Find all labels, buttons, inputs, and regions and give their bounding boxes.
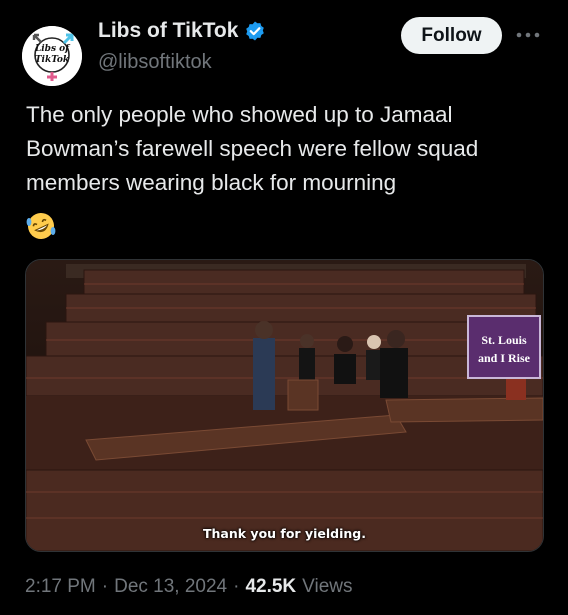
author-display-name[interactable]: Libs of TikTok bbox=[98, 19, 238, 43]
author-handle[interactable]: @libsoftiktok bbox=[98, 51, 212, 74]
meta-separator: · bbox=[101, 576, 109, 597]
avatar[interactable]: Libs of TikTok bbox=[22, 26, 82, 86]
st-louis-sign: St. Louis and I Rise bbox=[467, 315, 541, 379]
tweet-text: The only people who showed up to Jamaal … bbox=[26, 102, 479, 195]
post-time[interactable]: 2:17 PM bbox=[25, 576, 96, 598]
meta-separator: · bbox=[233, 576, 240, 597]
logo-text-bottom: TikTok bbox=[35, 55, 69, 65]
tweet-meta: 2:17 PM · Dec 13, 2024 · 42.5K Views bbox=[25, 576, 353, 598]
video-caption: Thank you for yielding. bbox=[203, 526, 366, 541]
logo-text-top: Libs of bbox=[34, 44, 71, 54]
media-video[interactable]: St. Louis and I Rise Thank you for yield… bbox=[25, 259, 544, 552]
more-horizontal-icon[interactable] bbox=[515, 30, 541, 40]
rolling-on-floor-laughing-icon bbox=[26, 213, 56, 239]
house-chamber-image bbox=[26, 260, 543, 551]
views-count[interactable]: 42.5K bbox=[245, 576, 296, 598]
author-name[interactable]: Libs of TikTok bbox=[98, 19, 266, 43]
sign-line-1: St. Louis bbox=[481, 333, 527, 347]
verified-badge-icon bbox=[246, 21, 265, 41]
views-label: Views bbox=[302, 576, 353, 597]
libs-of-tiktok-logo: Libs of TikTok bbox=[22, 26, 82, 86]
post-date[interactable]: Dec 13, 2024 bbox=[114, 576, 227, 598]
sign-line-2: and I Rise bbox=[477, 351, 530, 365]
tweet-header: Libs of TikTok Libs of TikTok @libsoftik… bbox=[0, 0, 568, 90]
follow-button[interactable]: Follow bbox=[401, 17, 502, 54]
